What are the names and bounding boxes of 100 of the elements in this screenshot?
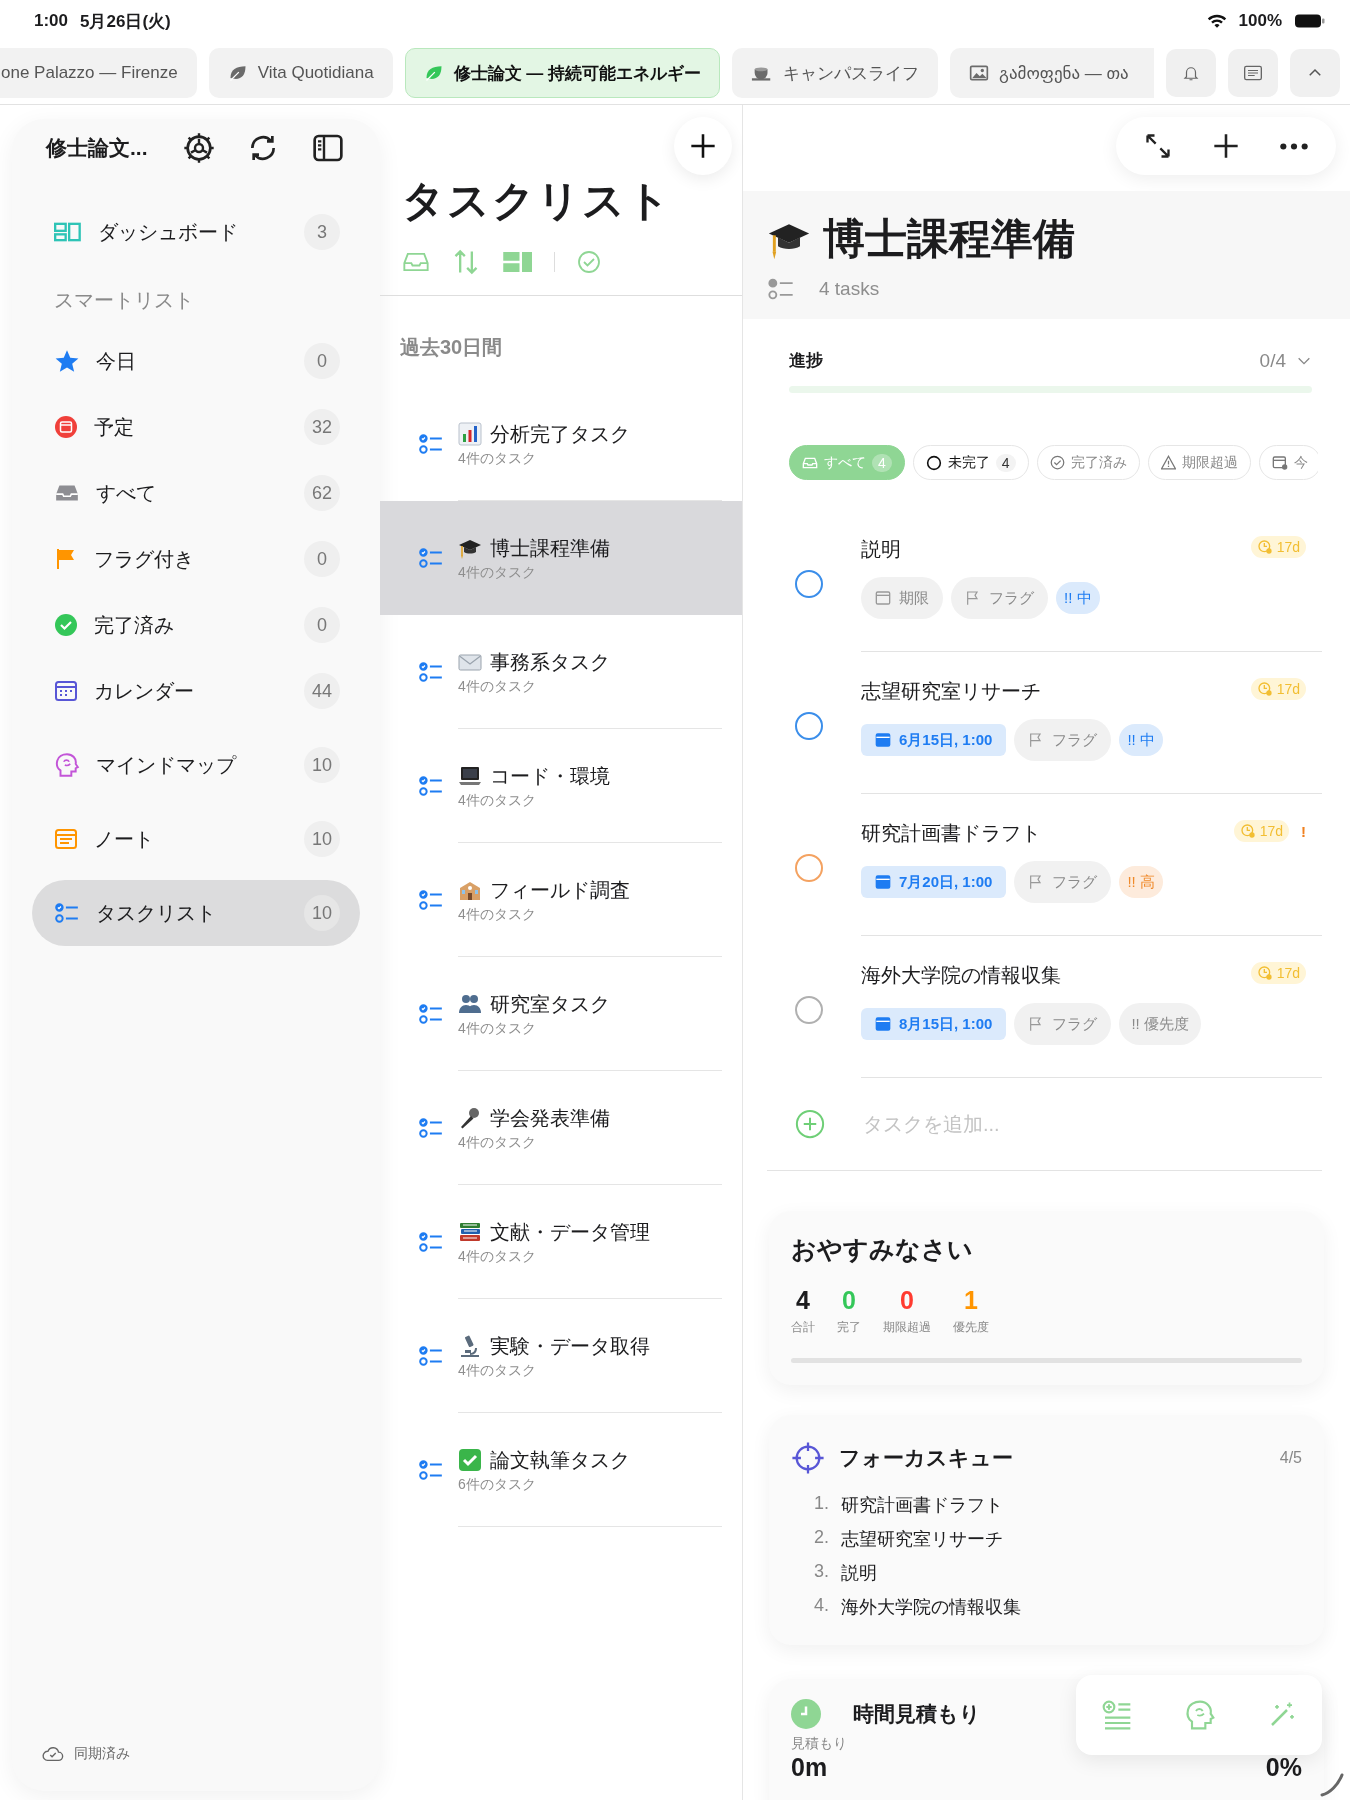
list-name: 分析完了タスク bbox=[490, 421, 630, 447]
estimate-percent: 0% bbox=[1265, 1753, 1302, 1782]
task-title: 志望研究室リサーチ bbox=[861, 679, 1041, 704]
settings-icon bbox=[182, 132, 215, 164]
plus-icon bbox=[689, 132, 717, 160]
clock-icon bbox=[1256, 681, 1273, 697]
task-checkbox[interactable] bbox=[795, 996, 823, 1024]
age-badge: 17d bbox=[1250, 536, 1306, 558]
check-circle-icon bbox=[1049, 455, 1065, 470]
filter-chip[interactable]: 期限超過 bbox=[1147, 445, 1251, 480]
checklist-icon bbox=[418, 1457, 444, 1483]
tab[interactable]: გამოფენა — თა bbox=[950, 48, 1154, 98]
task-checkbox[interactable] bbox=[795, 854, 823, 882]
urgent-mark: ! bbox=[1301, 822, 1306, 840]
reader-button[interactable] bbox=[1228, 49, 1278, 97]
filter-chip[interactable]: 完了済み bbox=[1036, 445, 1140, 480]
sidebar-item[interactable]: 完了済み 0 bbox=[32, 592, 360, 658]
count-badge: 0 bbox=[304, 607, 340, 643]
add-task-field[interactable]: タスクを追加... bbox=[863, 1112, 1163, 1136]
task-list-item[interactable]: 博士課程準備 4件のタスク bbox=[380, 501, 742, 615]
progress-value: 0/4 bbox=[1259, 349, 1286, 372]
sidebar-item[interactable]: カレンダー 44 bbox=[32, 658, 360, 724]
notification-button[interactable] bbox=[1166, 49, 1216, 97]
task-list-item[interactable]: フィールド調査 4件のタスク bbox=[380, 843, 742, 957]
task-checkbox[interactable] bbox=[795, 712, 823, 740]
count-badge: 62 bbox=[304, 475, 340, 511]
tab[interactable]: キャンパスライフ bbox=[732, 48, 939, 98]
age-badge: 17d bbox=[1250, 678, 1306, 700]
task-list-item[interactable]: 学会発表準備 4件のタスク bbox=[380, 1071, 742, 1185]
sidebar-icon bbox=[311, 132, 344, 164]
plus-icon bbox=[1212, 132, 1240, 160]
card-title: 時間見積もり bbox=[853, 1701, 981, 1727]
sidebar-item[interactable]: マインドマップ 10 bbox=[32, 732, 360, 798]
battery-percent: 100% bbox=[1238, 11, 1282, 31]
tab[interactable]: Vita Quotidiana bbox=[208, 48, 393, 98]
sidebar-item[interactable]: タスクリスト 10 bbox=[32, 880, 360, 946]
checklist-icon bbox=[418, 773, 444, 799]
list-subtitle: 4件のタスク bbox=[458, 1019, 537, 1038]
sidebar-item[interactable]: 今日 0 bbox=[32, 328, 360, 394]
tab[interactable]: 修士論文 — 持続可能エネルギー bbox=[404, 48, 721, 98]
task-checkbox[interactable] bbox=[795, 570, 823, 598]
task-list-item[interactable]: 分析完了タスク 4件のタスク bbox=[380, 387, 742, 501]
estimate-label: 見積もり bbox=[791, 1735, 847, 1753]
task-list-item[interactable]: 実験・データ取得 4件のタスク bbox=[380, 1299, 742, 1413]
sidebar-item[interactable]: ノート 10 bbox=[32, 806, 360, 872]
list-name: 事務系タスク bbox=[490, 649, 610, 675]
count-badge: 44 bbox=[304, 673, 340, 709]
task-list-item[interactable]: 論文執筆タスク 6件のタスク bbox=[380, 1413, 742, 1527]
item-number: 4. bbox=[813, 1595, 829, 1617]
document-icon bbox=[1243, 63, 1263, 83]
clock-icon bbox=[1256, 965, 1273, 981]
filter-chip[interactable]: 今 bbox=[1258, 445, 1318, 480]
list-subtitle: 4件のタスク bbox=[458, 563, 537, 582]
list-name: フィールド調査 bbox=[490, 877, 630, 903]
count-badge: 32 bbox=[304, 409, 340, 445]
list-name: 実験・データ取得 bbox=[490, 1333, 650, 1359]
sync-status: 同期済み bbox=[74, 1745, 130, 1763]
more-icon bbox=[1280, 142, 1308, 150]
task-list-item[interactable]: 研究室タスク 4件のタスク bbox=[380, 957, 742, 1071]
item-number: 2. bbox=[813, 1527, 829, 1549]
sidebar-item[interactable]: 予定 32 bbox=[32, 394, 360, 460]
completed-filter-button[interactable] bbox=[577, 250, 601, 274]
item-number: 1. bbox=[813, 1493, 829, 1515]
stat-label: 期限超過 bbox=[883, 1319, 931, 1336]
notes-icon bbox=[54, 827, 78, 851]
task-list-item[interactable]: 文献・データ管理 4件のタスク bbox=[380, 1185, 742, 1299]
star-icon bbox=[54, 348, 80, 374]
calendar-icon bbox=[54, 679, 78, 703]
mind-button[interactable] bbox=[1184, 1699, 1216, 1731]
clock-icon bbox=[1256, 539, 1273, 555]
image-icon bbox=[969, 63, 990, 83]
filter-chip[interactable]: 未完了 4 bbox=[912, 445, 1029, 480]
checklist-icon bbox=[54, 900, 80, 926]
sort-button[interactable] bbox=[452, 248, 480, 276]
count-badge: 3 bbox=[304, 214, 340, 250]
count-badge: 10 bbox=[304, 747, 340, 783]
bell-icon bbox=[1182, 64, 1200, 82]
calendar-icon bbox=[875, 732, 891, 748]
flag-icon bbox=[965, 590, 981, 606]
stat-label: 優先度 bbox=[953, 1319, 989, 1336]
sidebar-item[interactable]: フラグ付き 0 bbox=[32, 526, 360, 592]
warning-icon bbox=[1160, 455, 1176, 470]
task-list-item[interactable]: コード・環境 4件のタスク bbox=[380, 729, 742, 843]
clock-icon bbox=[1239, 823, 1256, 839]
brain-head-icon bbox=[54, 752, 80, 778]
books-icon bbox=[458, 1220, 482, 1244]
list-subtitle: 4件のタスク bbox=[458, 449, 537, 468]
tab[interactable]: one Palazzo — Firenze bbox=[0, 48, 197, 98]
checklist-icon bbox=[418, 1343, 444, 1369]
bar-chart-icon bbox=[458, 422, 482, 446]
status-date: 5月26日(火) bbox=[80, 10, 171, 33]
card-title: フォーカスキュー bbox=[839, 1445, 1014, 1471]
brain-head-icon bbox=[1184, 1699, 1216, 1731]
checklist-icon bbox=[418, 659, 444, 685]
stat-value: 0 bbox=[900, 1286, 914, 1315]
task-list-item[interactable]: 事務系タスク 4件のタスク bbox=[380, 615, 742, 729]
sidebar-item[interactable]: ダッシュボード 3 bbox=[32, 199, 360, 265]
checklist-icon bbox=[418, 887, 444, 913]
age-badge: 17d bbox=[1233, 820, 1289, 842]
sidebar-item[interactable]: すべて 62 bbox=[32, 460, 360, 526]
